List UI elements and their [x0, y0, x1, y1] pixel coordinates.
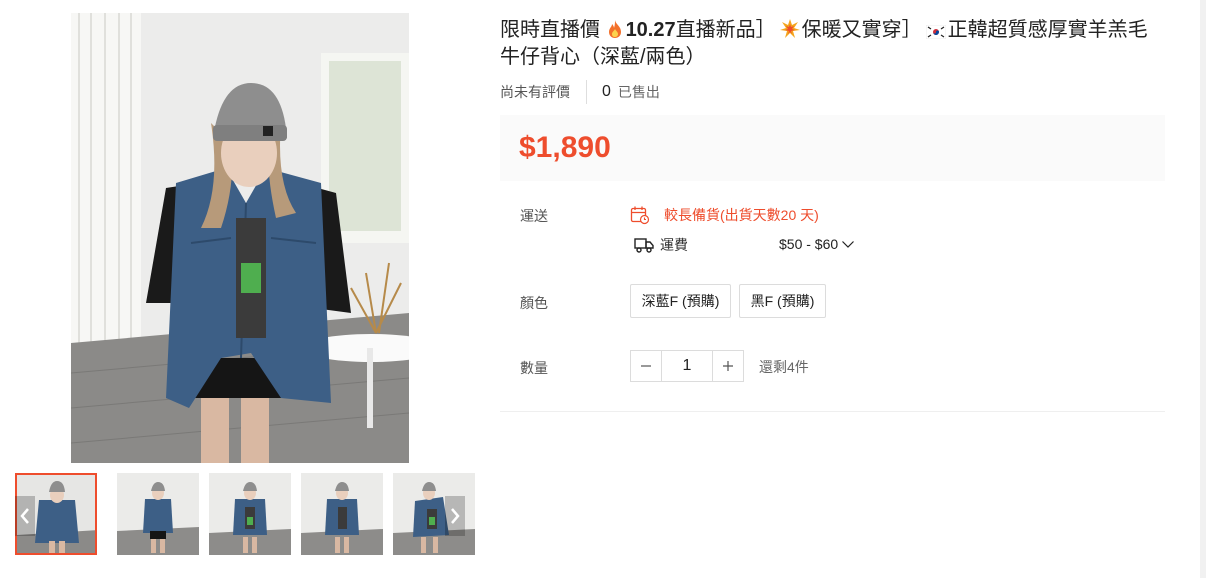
- thumbnail-strip: [15, 473, 475, 555]
- thumbnail-3[interactable]: [209, 473, 291, 555]
- increase-quantity-button[interactable]: [712, 350, 744, 382]
- korea-flag-icon: [925, 21, 946, 45]
- color-option-navy[interactable]: 深藍F (預購): [630, 284, 731, 318]
- prev-thumbnail-button[interactable]: [15, 496, 35, 536]
- thumbnail-2[interactable]: [117, 473, 199, 555]
- price-section: $1,890: [500, 115, 1165, 181]
- color-option-black[interactable]: 黑F (預購): [739, 284, 826, 318]
- minus-icon: [641, 365, 651, 367]
- chevron-right-icon: [451, 508, 460, 524]
- section-divider: [500, 411, 1165, 412]
- title-date: 10.27: [625, 19, 676, 41]
- title-text: 直播新品］: [675, 19, 776, 41]
- plus-icon: [723, 361, 733, 371]
- decrease-quantity-button[interactable]: [630, 350, 662, 382]
- page-scrollbar[interactable]: [1200, 0, 1206, 578]
- color-label: 顏色: [520, 295, 548, 311]
- shipping-fee: 運費: [634, 235, 688, 255]
- preorder-notice-text: 較長備貨(出貨天數20 天): [664, 207, 819, 223]
- shipping-fee-label: 運費: [660, 237, 688, 253]
- stock-remaining: 還剩4件: [759, 359, 809, 375]
- truck-icon: [634, 238, 654, 253]
- quantity-input[interactable]: 1: [662, 350, 712, 382]
- shipping-fee-range: $50 - $60: [779, 236, 839, 252]
- chevron-down-icon: [842, 241, 855, 248]
- title-text: 保暖又實穿］: [801, 19, 922, 41]
- collision-icon: [779, 19, 800, 45]
- preorder-notice: 較長備貨(出貨天數20 天): [630, 205, 819, 225]
- quantity-label: 數量: [520, 360, 548, 376]
- fire-icon: [606, 19, 624, 45]
- calendar-clock-icon: [630, 206, 650, 225]
- chevron-left-icon: [20, 508, 29, 524]
- next-thumbnail-button[interactable]: [445, 496, 465, 536]
- product-title: 限時直播價 10.27直播新品］ 保暖又實穿］ 正韓超質感厚實羊羔毛牛仔背心（深藍/…: [500, 18, 1165, 69]
- main-product-image[interactable]: [71, 13, 409, 463]
- thumbnail-4[interactable]: [301, 473, 383, 555]
- quantity-stepper: 1: [630, 350, 744, 382]
- product-price: $1,890: [519, 131, 611, 164]
- title-text: 限時直播價: [500, 19, 606, 41]
- shipping-fee-dropdown[interactable]: $50 - $60: [779, 236, 855, 252]
- sold-count: 0: [602, 83, 611, 100]
- product-stats: 尚未有評價 0 已售出: [500, 80, 660, 104]
- shipping-label: 運送: [520, 208, 548, 224]
- rating-status[interactable]: 尚未有評價: [500, 80, 587, 104]
- sold-label: 已售出: [617, 84, 660, 100]
